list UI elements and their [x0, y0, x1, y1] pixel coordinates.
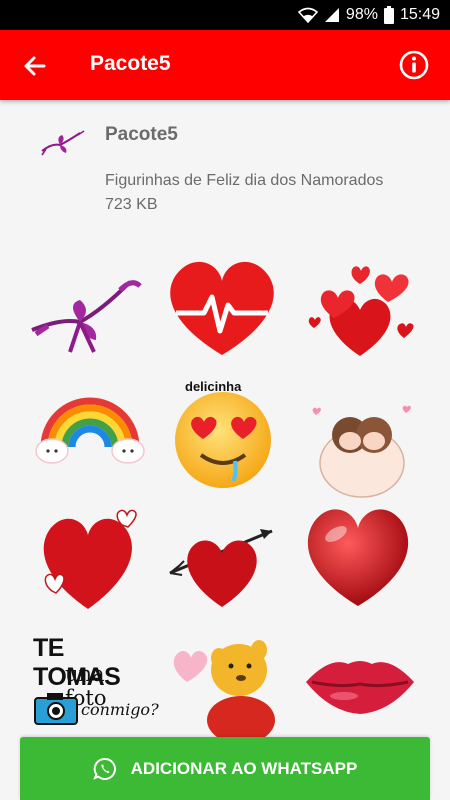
sticker-text-line3: conmigo? [81, 700, 159, 719]
sticker-ribbon-bow[interactable] [22, 260, 142, 370]
signal-icon [324, 7, 340, 23]
app-bar: Pacote5 [0, 30, 450, 100]
sticker-rainbow-clouds[interactable] [30, 385, 150, 495]
battery-percent: 98% [345, 6, 378, 23]
pack-size: 723 KB [105, 196, 158, 213]
sticker-hearts-red-cutout[interactable] [30, 505, 150, 615]
wifi-icon [297, 7, 318, 23]
add-to-whatsapp-button[interactable]: ADICIONAR AO WHATSAPP [20, 737, 430, 800]
sticker-red-lips[interactable] [300, 630, 420, 740]
add-button-label: ADICIONAR AO WHATSAPP [130, 758, 358, 778]
sticker-caption: delicinha [185, 379, 242, 394]
sticker-heart-arrow[interactable] [162, 515, 282, 625]
page-title: Pacote5 [90, 52, 171, 75]
sticker-hearts-cluster[interactable] [300, 258, 420, 368]
pack-name: Pacote5 [105, 124, 178, 145]
pack-description: Figurinhas de Feliz dia dos Namorados [105, 172, 384, 189]
camera-icon [34, 693, 78, 725]
info-button[interactable] [398, 49, 430, 81]
clock: 15:49 [399, 6, 440, 23]
battery-icon [383, 6, 394, 24]
sticker-heart-eyes-emoji[interactable]: delicinha [163, 375, 283, 488]
whatsapp-icon [92, 757, 116, 780]
sticker-te-tomas-foto[interactable]: TE TOMAS una foto conmigo? [25, 628, 159, 738]
sticker-heartbeat-heart[interactable] [162, 255, 282, 365]
sticker-glossy-heart[interactable] [298, 500, 418, 610]
sticker-couple-blanket[interactable] [302, 393, 422, 503]
sticker-pooh-heart[interactable] [165, 630, 285, 744]
status-bar: 98% 15:49 [0, 0, 450, 30]
arrow-left-icon [24, 56, 46, 76]
back-button[interactable] [20, 51, 50, 81]
info-circle-icon [399, 50, 429, 80]
pack-tray-icon [38, 125, 88, 165]
